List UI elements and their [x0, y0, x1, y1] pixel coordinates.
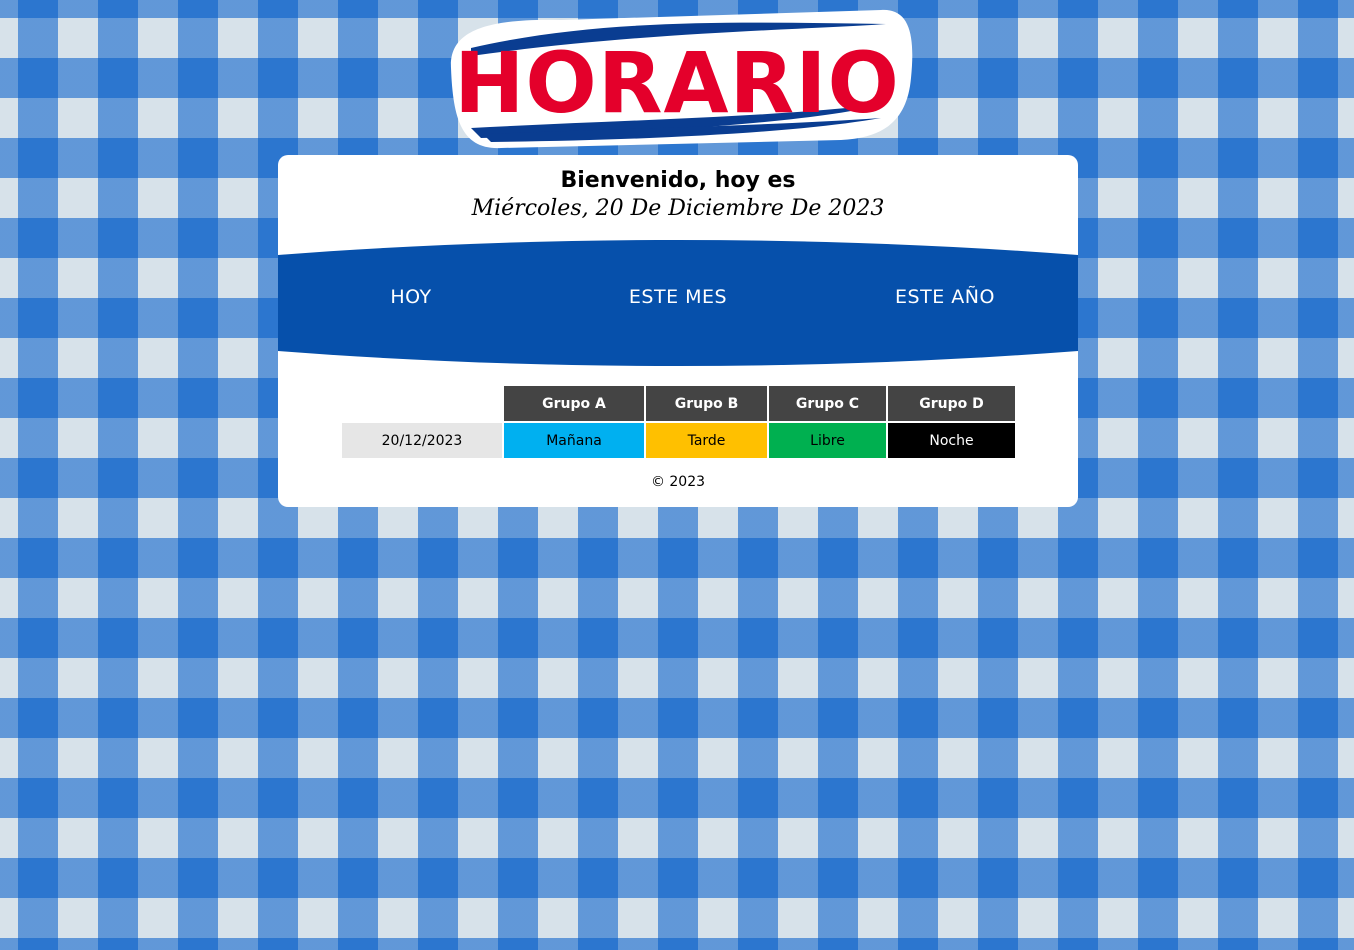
header-grupo-a: Grupo A	[504, 386, 644, 421]
schedule-table: Grupo A Grupo B Grupo C Grupo D 20/12/20…	[340, 384, 1017, 460]
nav-bar: HOY ESTE MES ESTE AÑO	[278, 239, 1078, 369]
shift-cell-grupo-c: Libre	[769, 423, 886, 458]
logo: HORARIO	[441, 8, 913, 152]
header-grupo-b: Grupo B	[646, 386, 767, 421]
header-grupo-c: Grupo C	[769, 386, 886, 421]
shift-cell-grupo-b: Tarde	[646, 423, 767, 458]
header-empty-cell	[342, 386, 502, 421]
nav-item-hoy[interactable]: HOY	[331, 286, 491, 308]
table-row: 20/12/2023 Mañana Tarde Libre Noche	[342, 423, 1015, 458]
row-date-cell: 20/12/2023	[342, 423, 502, 458]
nav-item-este-anio[interactable]: ESTE AÑO	[865, 286, 1025, 308]
logo-graphic: HORARIO	[450, 9, 913, 149]
main-card: Bienvenido, hoy es Miércoles, 20 De Dici…	[278, 155, 1078, 507]
footer-copyright: © 2023	[650, 474, 706, 490]
logo-text: HORARIO	[454, 34, 900, 132]
shift-cell-grupo-d: Noche	[888, 423, 1015, 458]
current-date-long: Miércoles, 20 De Diciembre De 2023	[471, 196, 885, 221]
welcome-heading: Bienvenido, hoy es	[560, 168, 796, 193]
header-grupo-d: Grupo D	[888, 386, 1015, 421]
nav-item-este-mes[interactable]: ESTE MES	[598, 286, 758, 308]
table-header-row: Grupo A Grupo B Grupo C Grupo D	[342, 386, 1015, 421]
shift-cell-grupo-a: Mañana	[504, 423, 644, 458]
